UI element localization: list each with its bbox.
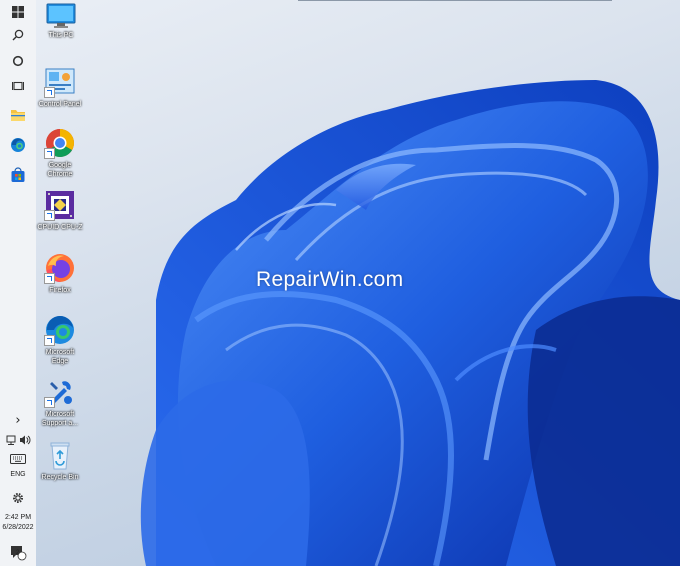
language-indicator[interactable]: ENG <box>0 471 36 478</box>
desktop-icon-cpuid-cpu-z[interactable]: CPUID CPU-Z <box>32 189 88 232</box>
edge-icon <box>44 314 76 346</box>
top-divider-line <box>298 0 612 1</box>
desktop-icon-microsoft-support[interactable]: Microsoft Support a... <box>32 376 88 428</box>
notification-badge: 2 <box>16 550 20 556</box>
desktop: RepairWin.com <box>36 0 680 566</box>
clock-date: 6/28/2022 <box>2 524 34 531</box>
support-assistant-icon <box>44 376 76 408</box>
desktop-icon-label: CPUID CPU-Z <box>37 224 83 231</box>
touch-keyboard-button[interactable] <box>0 449 36 464</box>
desktop-icon-label: Firefox <box>49 287 71 294</box>
settings-button[interactable] <box>0 489 36 503</box>
show-hidden-icons-chevron[interactable]: › <box>0 414 36 428</box>
shortcut-arrow-icon <box>44 210 55 221</box>
shortcut-arrow-icon <box>44 273 55 284</box>
desktop-icon-label: Control Panel <box>38 101 82 108</box>
cortana-icon <box>12 55 24 67</box>
desktop-icon-microsoft-edge[interactable]: Microsoft Edge <box>32 314 88 366</box>
shortcut-arrow-icon <box>44 397 55 408</box>
chrome-icon <box>44 127 76 159</box>
monitor-icon <box>46 3 76 29</box>
start-button[interactable] <box>6 1 30 23</box>
watermark-text: RepairWin.com <box>256 268 404 291</box>
desktop-icon-label: Recycle Bin <box>41 474 79 481</box>
desktop-icon-control-panel[interactable]: Control Panel <box>32 66 88 109</box>
store-icon <box>11 167 25 182</box>
search-button[interactable] <box>6 24 30 46</box>
file-explorer-button[interactable] <box>6 104 30 126</box>
network-volume-icon <box>6 435 31 445</box>
shortcut-arrow-icon <box>44 87 55 98</box>
shortcut-arrow-icon <box>44 148 55 159</box>
desktop-icon-recycle-bin[interactable]: Recycle Bin <box>32 439 88 482</box>
desktop-icon-google-chrome[interactable]: Google Chrome <box>32 127 88 179</box>
edge-taskbar-button[interactable] <box>6 134 30 156</box>
task-view-icon <box>12 81 24 91</box>
desktop-icon-this-pc[interactable]: This PC <box>33 3 89 40</box>
desktop-icon-label: Google Chrome <box>47 162 73 178</box>
desktop-icon-label: Microsoft Support a... <box>41 411 79 427</box>
search-icon <box>12 29 24 41</box>
task-view-button[interactable] <box>6 75 30 97</box>
control-panel-icon <box>44 66 76 98</box>
windows-logo-icon <box>12 6 24 18</box>
taskbar-clock[interactable]: 2:42 PM 6/28/2022 <box>0 513 36 533</box>
clock-time: 2:42 PM <box>4 514 32 521</box>
desktop-icon-label: Microsoft Edge <box>45 349 75 365</box>
desktop-icon-firefox[interactable]: Firefox <box>32 252 88 295</box>
gear-icon <box>13 493 23 503</box>
notification-center-button[interactable]: 2 <box>0 545 36 561</box>
desktop-icon-label: This PC <box>48 32 74 39</box>
recycle-bin-icon <box>44 439 76 471</box>
shortcut-arrow-icon <box>44 335 55 346</box>
store-button[interactable] <box>6 164 30 186</box>
network-volume-group[interactable] <box>0 431 36 445</box>
keyboard-icon <box>10 454 26 464</box>
cpu-z-icon <box>44 189 76 221</box>
edge-icon <box>11 138 25 152</box>
cortana-button[interactable] <box>6 50 30 72</box>
firefox-icon <box>44 252 76 284</box>
folder-icon <box>11 110 25 121</box>
